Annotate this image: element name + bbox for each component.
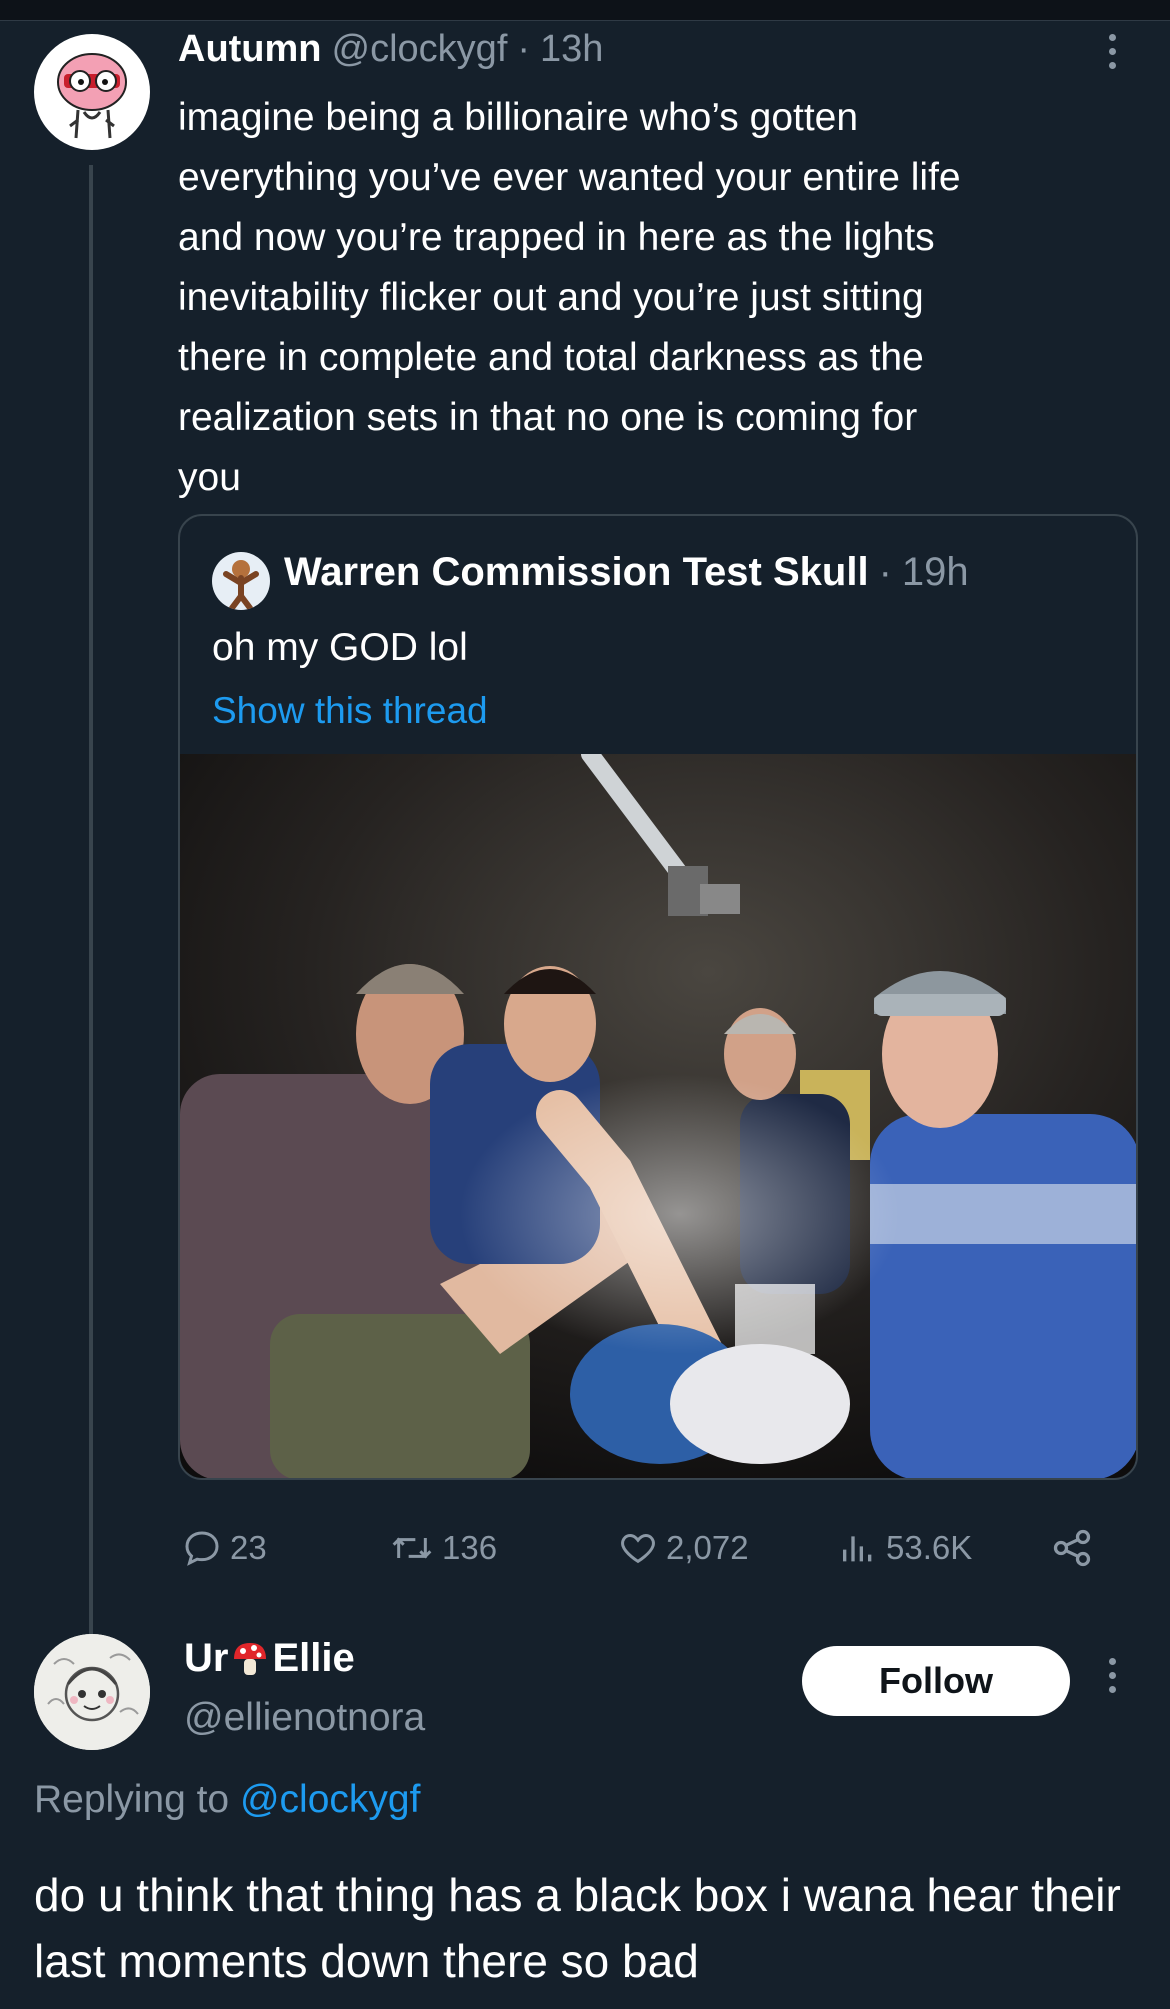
photo-submersible-crew-icon — [180, 745, 1136, 1478]
replying-mention[interactable]: @clockygf — [240, 1778, 420, 1821]
avatar[interactable] — [34, 34, 150, 150]
like-action[interactable]: 2,072 — [618, 1518, 749, 1578]
author-name-prefix: Ur — [184, 1636, 229, 1680]
retweet-count: 136 — [442, 1529, 498, 1566]
more-options-icon[interactable] — [1106, 34, 1118, 80]
avatar-sketch-icon — [34, 1634, 150, 1750]
author-name[interactable]: Autumn — [178, 28, 322, 71]
share-action[interactable] — [1050, 1518, 1094, 1578]
top-edge — [0, 0, 1170, 21]
more-options-icon[interactable] — [1106, 1658, 1118, 1704]
quoted-tweet[interactable]: Warren Commission Test Skull · 19h oh my… — [178, 514, 1138, 1480]
show-thread-link[interactable]: Show this thread — [212, 690, 488, 732]
separator: · — [878, 550, 892, 594]
follow-button[interactable]: Follow — [802, 1646, 1070, 1716]
avatar-character-icon — [57, 53, 127, 139]
author-name-suffix: Ellie — [272, 1636, 355, 1680]
author-handle[interactable]: @clockygf — [332, 28, 508, 71]
replying-prefix: Replying to — [34, 1778, 230, 1821]
like-count: 2,072 — [666, 1529, 749, 1566]
views-action[interactable]: 53.6K — [838, 1518, 972, 1578]
tweet-header: Autumn @clockygf · 13h — [178, 28, 603, 84]
retweet-action[interactable]: 136 — [390, 1518, 497, 1578]
quoted-avatar-figure-icon — [223, 560, 259, 610]
reply-action[interactable]: 23 — [182, 1518, 267, 1578]
mushroom-emoji-icon — [234, 1642, 267, 1675]
timestamp[interactable]: 13h — [540, 28, 603, 71]
heart-icon — [621, 1533, 655, 1564]
reply-author-handle[interactable]: @ellienotnora — [184, 1696, 425, 1740]
quoted-avatar — [212, 552, 270, 610]
quoted-header: Warren Commission Test Skull · 19h — [284, 550, 969, 595]
views-icon — [843, 1536, 872, 1562]
views-count: 53.6K — [886, 1529, 973, 1566]
quoted-timestamp[interactable]: 19h — [902, 550, 969, 595]
quoted-text: oh my GOD lol — [212, 626, 468, 669]
tweet-text: imagine being a billionaire who’s gotten… — [178, 96, 961, 499]
thread-line — [89, 165, 93, 1640]
reply-text: do u think that thing has a black box i … — [34, 1869, 1121, 1987]
avatar[interactable] — [34, 1634, 150, 1750]
reply-icon — [185, 1531, 219, 1566]
replying-to: Replying to @clockygf — [34, 1778, 420, 1822]
quoted-author-name[interactable]: Warren Commission Test Skull — [284, 550, 869, 595]
quoted-photo[interactable] — [180, 745, 1136, 1478]
reply-count: 23 — [230, 1529, 267, 1566]
reply-author-name[interactable]: Ur Ellie — [184, 1636, 355, 1681]
separator: · — [517, 28, 531, 70]
action-bar: 23 136 2,072 53.6K — [178, 1518, 1138, 1578]
share-icon — [1053, 1529, 1091, 1567]
tweet[interactable]: Autumn @clockygf · 13h imagine being a b… — [0, 20, 1170, 1640]
reply-tweet[interactable]: Ur Ellie @ellienotnora Follow Replying t… — [0, 1620, 1170, 2009]
retweet-icon — [392, 1537, 432, 1559]
